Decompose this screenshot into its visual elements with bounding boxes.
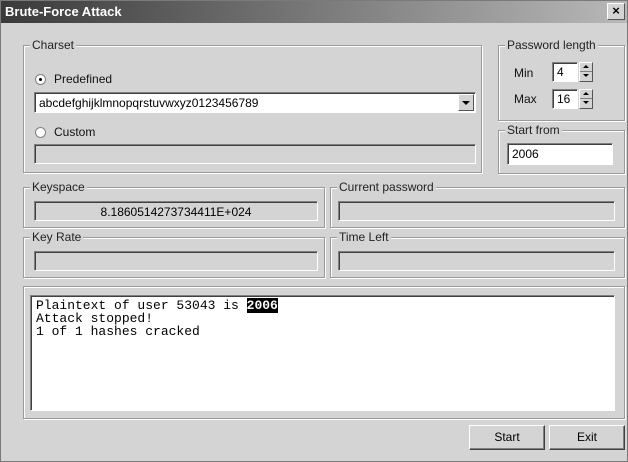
max-length-stepper[interactable] [579, 89, 593, 109]
time-left-legend: Time Left [337, 230, 391, 244]
password-length-group: Password length [498, 38, 625, 121]
start-button[interactable]: Start [469, 425, 545, 450]
key-rate-legend: Key Rate [30, 230, 84, 244]
keyspace-value: 8.1860514273734411E+024 [100, 205, 252, 219]
charset-legend: Charset [30, 38, 77, 52]
close-button[interactable]: × [607, 3, 625, 20]
max-length-input[interactable]: 16 [552, 89, 578, 109]
keyspace-field: 8.1860514273734411E+024 [34, 201, 318, 221]
predefined-charset-select[interactable]: abcdefghijklmnopqrstuvwxyz0123456789 [34, 92, 476, 113]
start-from-legend: Start from [505, 123, 562, 137]
min-length-stepper[interactable] [579, 62, 593, 82]
min-length-up-icon[interactable] [580, 63, 592, 72]
predefined-radio[interactable] [35, 74, 46, 85]
min-length-down-icon[interactable] [580, 72, 592, 81]
start-from-value: 2006 [512, 147, 539, 161]
chevron-down-icon[interactable] [458, 94, 474, 111]
brute-force-window: Brute-Force Attack × Charset Predefined … [0, 0, 628, 462]
predefined-charset-value: abcdefghijklmnopqrstuvwxyz0123456789 [39, 96, 259, 110]
output-log[interactable]: Plaintext of user 53043 is 2006 Attack s… [30, 295, 615, 411]
key-rate-field [34, 251, 318, 271]
max-length-down-icon[interactable] [580, 99, 592, 108]
custom-label[interactable]: Custom [54, 125, 95, 139]
cracked-password-highlight: 2006 [246, 298, 278, 313]
max-length-value: 16 [557, 92, 571, 106]
min-label: Min [514, 66, 534, 80]
time-left-field [338, 251, 615, 271]
min-length-input[interactable]: 4 [552, 62, 578, 82]
output-line-3: 1 of 1 hashes cracked [36, 324, 200, 339]
max-label: Max [514, 92, 537, 106]
max-length-up-icon[interactable] [580, 90, 592, 99]
current-password-field [338, 201, 615, 221]
custom-charset-field [34, 144, 476, 164]
keyspace-legend: Keyspace [30, 180, 87, 194]
start-from-input[interactable]: 2006 [507, 143, 613, 165]
predefined-label[interactable]: Predefined [54, 72, 112, 86]
current-password-legend: Current password [337, 180, 436, 194]
password-length-legend: Password length [505, 38, 598, 52]
window-title: Brute-Force Attack [5, 4, 122, 19]
exit-button[interactable]: Exit [549, 425, 625, 450]
custom-radio[interactable] [35, 127, 46, 138]
min-length-value: 4 [557, 65, 564, 79]
title-bar: Brute-Force Attack × [1, 1, 627, 23]
